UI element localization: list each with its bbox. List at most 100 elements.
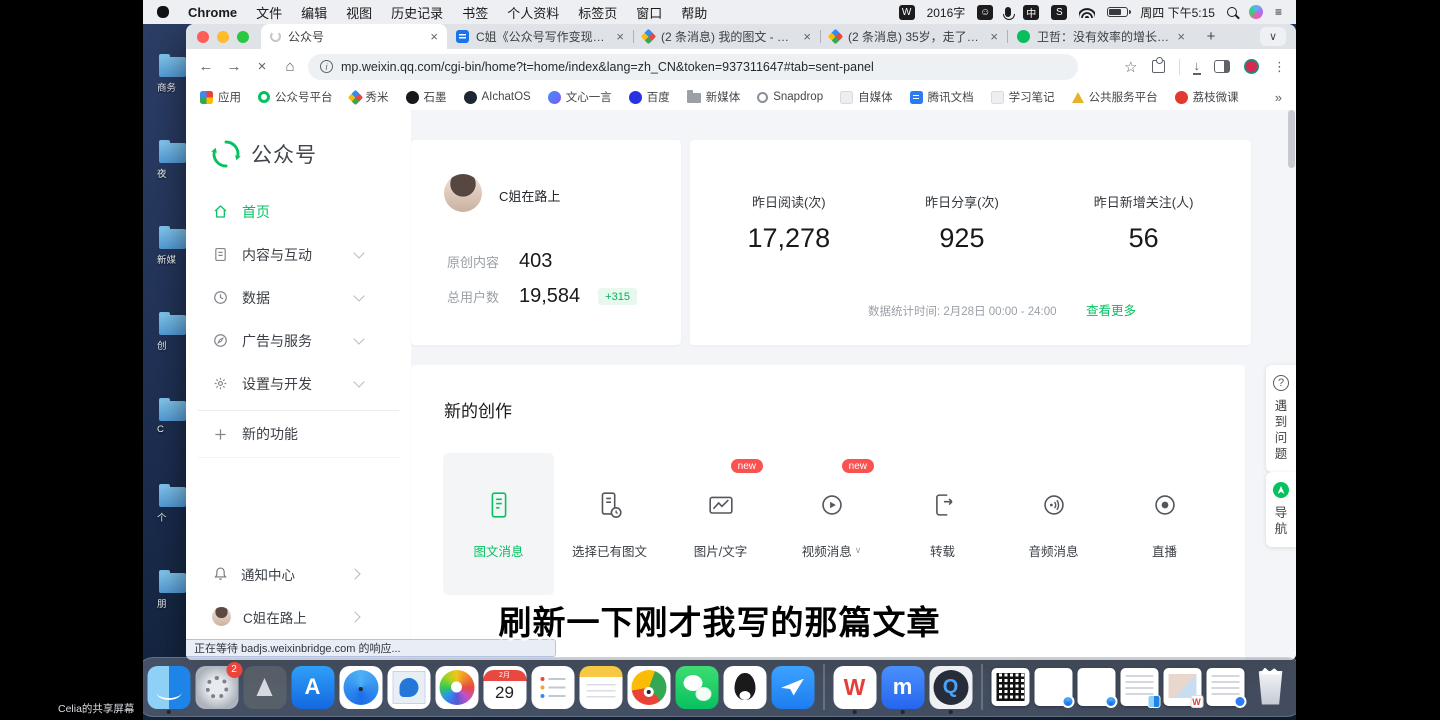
- menu-item-history[interactable]: 历史记录: [391, 3, 443, 22]
- bookmark-apps[interactable]: 应用: [200, 89, 241, 105]
- bookmark-xiumi[interactable]: 秀米: [350, 89, 389, 105]
- dock-wechat-icon[interactable]: [675, 666, 718, 709]
- bookmark-zimeiti[interactable]: 自媒体: [840, 89, 893, 105]
- wifi-icon[interactable]: [1079, 7, 1095, 18]
- bookmark-shimo[interactable]: 石墨: [406, 89, 447, 105]
- bookmark-wenxin[interactable]: 文心一言: [548, 89, 612, 105]
- url-text[interactable]: mp.weixin.qq.com/cgi-bin/home?t=home/ind…: [341, 60, 874, 74]
- original-content-value[interactable]: 403: [519, 250, 552, 273]
- dock-app-store-icon[interactable]: A: [291, 666, 334, 709]
- menu-item-file[interactable]: 文件: [256, 3, 282, 22]
- site-info-icon[interactable]: i: [320, 60, 333, 73]
- menu-item-profile[interactable]: 个人资料: [507, 3, 559, 22]
- side-panel-icon[interactable]: [1214, 60, 1230, 73]
- chrome-menu-icon[interactable]: ⋮: [1273, 59, 1286, 75]
- spotlight-search-icon[interactable]: [1227, 7, 1237, 17]
- menu-item-tabs[interactable]: 标签页: [578, 3, 617, 22]
- bookmark-star-icon[interactable]: ☆: [1124, 58, 1137, 76]
- sogou-input-icon[interactable]: S: [1051, 5, 1067, 20]
- back-button[interactable]: ←: [196, 58, 216, 75]
- dock-minimized-safari-window[interactable]: [1077, 668, 1115, 706]
- bookmark-snapdrop[interactable]: Snapdrop: [757, 91, 823, 103]
- menu-item-help[interactable]: 帮助: [681, 3, 707, 22]
- tab-xiumi-article[interactable]: (2 条消息) 35岁，走了10年弯 ×: [821, 24, 1007, 49]
- input-method-cn-icon[interactable]: 中: [1023, 5, 1039, 20]
- creation-item-live[interactable]: 直播: [1109, 453, 1220, 595]
- page-scrollbar[interactable]: [1288, 110, 1295, 168]
- extensions-icon[interactable]: [1152, 60, 1165, 73]
- bookmark-lizhi[interactable]: 荔枝微课: [1175, 89, 1239, 105]
- tab-close-icon[interactable]: ×: [616, 30, 624, 43]
- dock-safari-icon[interactable]: [339, 666, 382, 709]
- apple-menu-icon[interactable]: [157, 6, 169, 18]
- sidebar-item-settings-dev[interactable]: 设置与开发: [186, 362, 411, 405]
- menu-item-bookmarks[interactable]: 书签: [462, 3, 488, 22]
- total-users-value[interactable]: 19,584: [519, 285, 580, 308]
- tab-close-icon[interactable]: ×: [430, 30, 438, 43]
- tab-search-chevron-button[interactable]: ∨: [1260, 27, 1286, 46]
- tab-gongzhonghao[interactable]: 公众号 ×: [261, 24, 447, 49]
- account-avatar-photo[interactable]: [444, 174, 482, 212]
- creation-item-video[interactable]: new 视频消息∨: [776, 453, 887, 595]
- dock-minimized-finder-window[interactable]: [1120, 668, 1158, 706]
- sidebar-item-new-features[interactable]: 新的功能: [198, 410, 399, 458]
- dock-quicktime-icon[interactable]: Q: [929, 666, 972, 709]
- bookmarks-overflow-icon[interactable]: »: [1275, 90, 1282, 105]
- dock-chrome-icon[interactable]: [627, 666, 670, 709]
- bookmark-gongzhonghao[interactable]: 公众号平台: [258, 89, 333, 105]
- battery-icon[interactable]: [1107, 7, 1128, 17]
- menu-item-edit[interactable]: 编辑: [301, 3, 327, 22]
- downloads-icon[interactable]: ↓: [1194, 59, 1201, 75]
- sidebar-item-home[interactable]: 首页: [186, 190, 411, 233]
- dock-qq-icon[interactable]: [723, 666, 766, 709]
- chevron-down-icon[interactable]: ∨: [855, 545, 862, 556]
- bookmark-aichatos[interactable]: AIchatOS: [464, 91, 531, 104]
- bookmark-tencent-docs[interactable]: 腾讯文档: [910, 89, 974, 105]
- menu-item-window[interactable]: 窗口: [636, 3, 662, 22]
- sidebar-item-content[interactable]: 内容与互动: [186, 233, 411, 276]
- view-more-link[interactable]: 查看更多: [1086, 300, 1136, 319]
- window-close-button[interactable]: [197, 31, 209, 43]
- dock-dingtalk-icon[interactable]: [771, 666, 814, 709]
- sidebar-item-ads-services[interactable]: 广告与服务: [186, 319, 411, 362]
- navigation-floating-button[interactable]: 导航: [1266, 472, 1296, 547]
- dock-minimized-wps-window[interactable]: W: [1163, 668, 1201, 706]
- window-zoom-button[interactable]: [237, 31, 249, 43]
- address-bar[interactable]: i mp.weixin.qq.com/cgi-bin/home?t=home/i…: [308, 54, 1078, 80]
- bookmark-baidu[interactable]: 百度: [629, 89, 670, 105]
- window-minimize-button[interactable]: [217, 31, 229, 43]
- new-tab-button[interactable]: +: [1200, 26, 1222, 48]
- menu-item-view[interactable]: 视图: [346, 3, 372, 22]
- dock-mail-icon[interactable]: [387, 666, 430, 709]
- menu-bar-clock[interactable]: 周四 下午5:15: [1140, 4, 1215, 21]
- forward-button[interactable]: →: [224, 58, 244, 75]
- control-center-icon[interactable]: ≡: [1275, 5, 1282, 19]
- creation-item-existing-article[interactable]: 选择已有图文: [554, 453, 665, 595]
- dock-finder-icon[interactable]: [147, 666, 190, 709]
- tab-course-doc[interactable]: C姐《公众号写作变现课》 ×: [447, 24, 633, 49]
- dock-photos-icon[interactable]: [435, 666, 478, 709]
- wps-menu-icon[interactable]: W: [899, 5, 915, 20]
- sidebar-item-data[interactable]: 数据: [186, 276, 411, 319]
- home-button[interactable]: ⌂: [280, 58, 300, 75]
- profile-avatar[interactable]: [1244, 59, 1259, 74]
- dock-mubu-icon[interactable]: m: [881, 666, 924, 709]
- tab-close-icon[interactable]: ×: [1177, 30, 1185, 43]
- dock-calendar-icon[interactable]: 2月 29: [483, 666, 526, 709]
- help-floating-button[interactable]: ? 遇到问题: [1266, 365, 1296, 472]
- tab-close-icon[interactable]: ×: [803, 30, 811, 43]
- creation-item-repost[interactable]: 转载: [887, 453, 998, 595]
- tab-close-icon[interactable]: ×: [990, 30, 998, 43]
- menu-app-name[interactable]: Chrome: [188, 5, 237, 20]
- dock-launchpad-icon[interactable]: [243, 666, 286, 709]
- dock-trash-icon[interactable]: [1249, 666, 1292, 709]
- siri-icon[interactable]: [1249, 5, 1263, 19]
- dock-wps-icon[interactable]: W: [833, 666, 876, 709]
- dock-system-settings-icon[interactable]: 2: [195, 666, 238, 709]
- dock-minimized-safari-window[interactable]: [1034, 668, 1072, 706]
- microphone-icon[interactable]: [1005, 7, 1011, 17]
- creation-item-audio[interactable]: 音频消息: [998, 453, 1109, 595]
- dock-reminders-icon[interactable]: [531, 666, 574, 709]
- bookmark-newmedia-folder[interactable]: 新媒体: [687, 89, 741, 105]
- dock-notes-icon[interactable]: [579, 666, 622, 709]
